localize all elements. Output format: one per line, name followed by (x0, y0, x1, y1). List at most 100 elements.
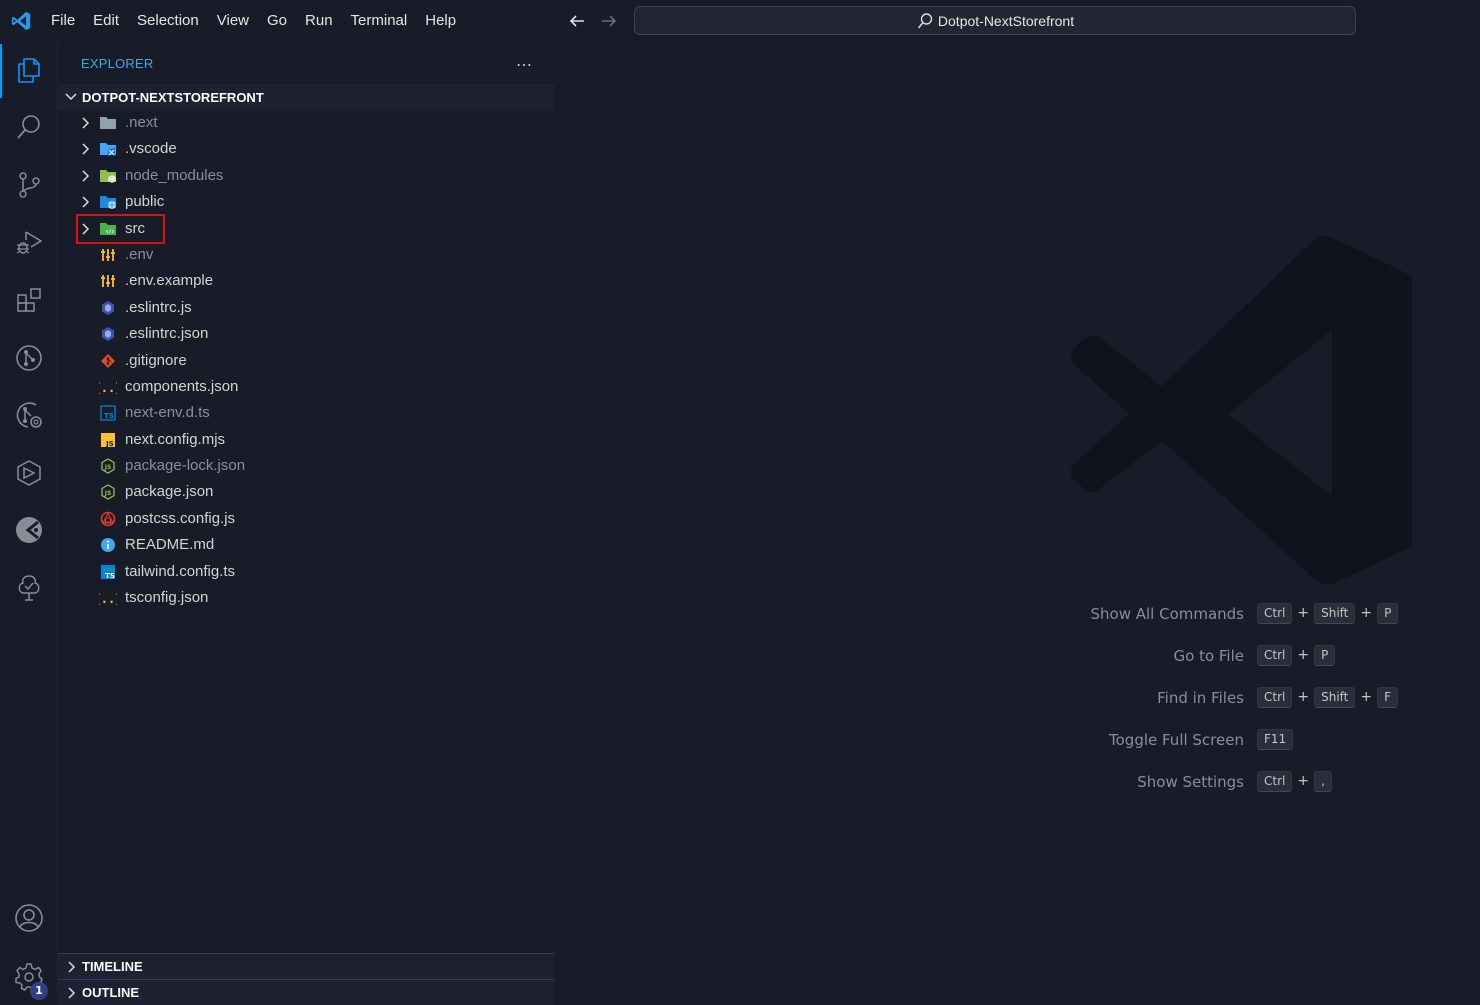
file-name: components.json (125, 377, 239, 395)
extensions-button[interactable] (0, 272, 58, 328)
timeline-label: TIMELINE (82, 959, 143, 974)
tree-check-button[interactable] (0, 560, 58, 616)
file-name: next.config.mjs (125, 430, 226, 448)
git-graph-button[interactable] (0, 330, 58, 386)
svg-text:JS: JS (105, 440, 114, 448)
file-item[interactable]: .env (58, 242, 554, 268)
menu-edit[interactable]: Edit (84, 6, 128, 36)
plus-separator: + (1297, 647, 1310, 663)
folder-grey-icon (99, 114, 117, 132)
key-cap: Shift (1314, 602, 1356, 624)
file-item[interactable]: JS package.json (58, 479, 554, 505)
key-cap: F11 (1257, 728, 1294, 750)
folder-item[interactable]: node_modules (58, 163, 554, 189)
menu-selection[interactable]: Selection (128, 6, 208, 36)
file-item[interactable]: {..} tsconfig.json (58, 585, 554, 611)
explorer-header: EXPLORER … (58, 42, 554, 84)
shortcut-keys: Ctrl + Shift + F (1257, 686, 1399, 708)
file-name: package.json (125, 483, 214, 501)
menu-help[interactable]: Help (416, 6, 465, 36)
menu-go[interactable]: Go (258, 6, 296, 36)
menu-terminal[interactable]: Terminal (342, 6, 417, 36)
file-item[interactable]: .env.example (58, 268, 554, 294)
key-cap: , (1314, 770, 1332, 792)
file-item[interactable]: TS next-env.d.ts (58, 400, 554, 426)
more-actions-icon[interactable]: … (516, 51, 533, 70)
ts-def-icon: TS (99, 404, 117, 422)
chevron-down-icon (65, 93, 77, 101)
activity-bar: 1 (0, 42, 58, 1000)
file-item[interactable]: JS next.config.mjs (58, 427, 554, 453)
workspace-root-header[interactable]: DOTPOT-NEXTSTOREFRONT (58, 84, 554, 110)
file-item[interactable]: {..} components.json (58, 374, 554, 400)
arrow-left-icon[interactable] (566, 10, 588, 32)
shortcut-keys: F11 (1257, 728, 1294, 750)
shortcut-row: Find in Files Ctrl + Shift + F (554, 686, 1480, 710)
timeline-section-header[interactable]: TIMELINE (58, 953, 554, 979)
shortcut-keys: Ctrl + Shift + P (1257, 602, 1399, 624)
outline-section-header[interactable]: OUTLINE (58, 979, 554, 1005)
shortcut-label: Toggle Full Screen (1109, 731, 1244, 749)
file-name: README.md (125, 536, 215, 554)
shortcut-row: Toggle Full Screen F11 (554, 728, 1480, 752)
menu-run[interactable]: Run (296, 6, 342, 36)
svg-text:{..}: {..} (99, 592, 117, 606)
folder-item[interactable]: .vscode (58, 136, 554, 162)
js-icon: JS (99, 431, 117, 449)
chevron-right-icon (68, 986, 76, 999)
menu-view[interactable]: View (208, 6, 258, 36)
shortcut-keys: Ctrl +, (1257, 770, 1332, 792)
manage-button[interactable]: 1 (0, 948, 58, 1004)
editor-area: Show All Commands Ctrl + Shift + P Go to File C… (554, 42, 1480, 995)
extensions-icon (17, 288, 41, 312)
svg-text:TS: TS (104, 412, 114, 420)
folder-public-icon (99, 193, 117, 211)
remote-explorer-button[interactable] (0, 445, 58, 501)
folder-item[interactable]: src (58, 216, 554, 242)
run-debug-button[interactable] (0, 214, 58, 270)
file-name: .vscode (125, 140, 177, 158)
remote-icon (17, 460, 41, 486)
node-icon: JS (99, 483, 117, 501)
file-tree: .next .vscode node_modulespublic src .env .en… (58, 110, 554, 611)
command-center[interactable]: Dotpot-NextStorefront (634, 6, 1356, 35)
plus-separator: + (1297, 773, 1310, 789)
vscode-logo-icon (11, 11, 31, 31)
git-graph-icon (16, 345, 42, 371)
key-cap: Ctrl (1257, 686, 1293, 708)
file-name: public (125, 193, 165, 211)
file-item[interactable]: TS tailwind.config.ts (58, 559, 554, 585)
menu-bar: File Edit Selection View Go Run Terminal Help (42, 0, 465, 42)
search-button[interactable] (0, 99, 58, 155)
folder-item[interactable]: .next (58, 110, 554, 136)
file-item[interactable]: .gitignore (58, 348, 554, 374)
json-icon: {..} (99, 378, 117, 396)
live-share-button[interactable] (0, 502, 58, 558)
file-item[interactable]: JS package-lock.json (58, 453, 554, 479)
file-name: .gitignore (125, 351, 187, 369)
chevron-right-icon (82, 196, 90, 208)
arrow-right-icon[interactable] (598, 10, 620, 32)
source-control-button[interactable] (0, 157, 58, 213)
git-history-button[interactable] (0, 387, 58, 443)
folder-item[interactable]: public (58, 189, 554, 215)
key-cap: P (1377, 602, 1399, 624)
eslint-icon (99, 299, 117, 317)
search-icon (17, 115, 40, 139)
key-cap: P (1314, 644, 1336, 666)
explorer-button[interactable] (0, 42, 58, 98)
search-icon (917, 12, 933, 28)
key-cap: Ctrl (1257, 770, 1293, 792)
files-icon (18, 58, 40, 83)
accounts-button[interactable] (0, 890, 58, 946)
file-item[interactable]: README.md (58, 532, 554, 558)
node-icon: JS (99, 457, 117, 475)
git-history-icon (16, 402, 42, 428)
notification-badge: 1 (30, 982, 48, 1000)
menu-file[interactable]: File (42, 6, 84, 36)
file-name: .eslintrc.js (125, 298, 192, 316)
file-item[interactable]: postcss.config.js (58, 506, 554, 532)
file-item[interactable]: .eslintrc.js (58, 295, 554, 321)
file-item[interactable]: .eslintrc.json (58, 321, 554, 347)
vscode-watermark-icon (1070, 235, 1412, 584)
